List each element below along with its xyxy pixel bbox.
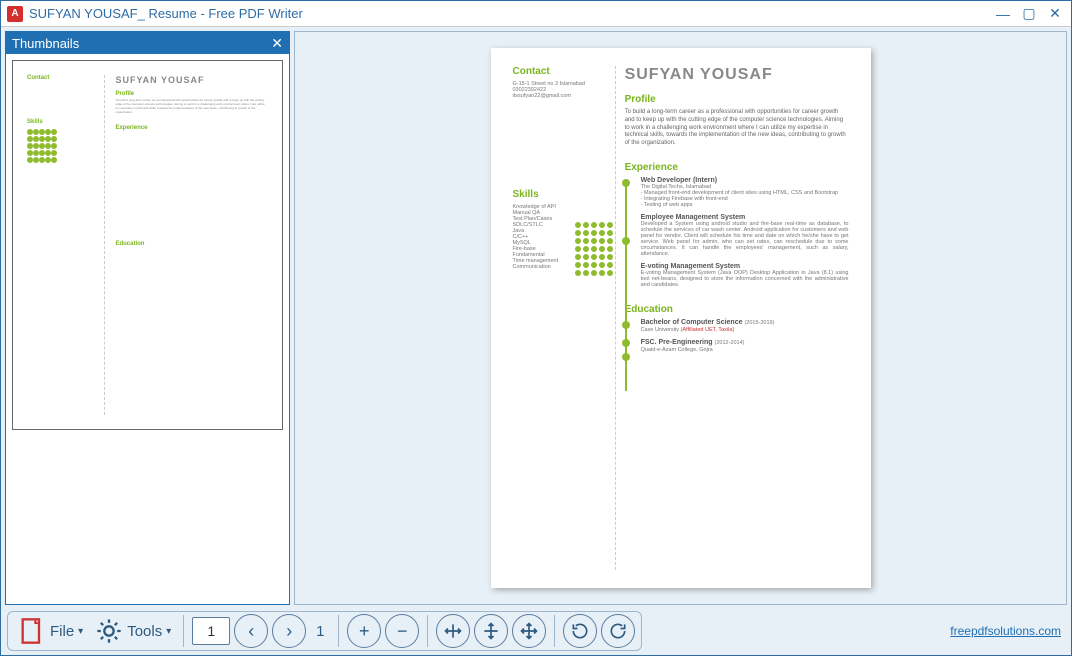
exp1-title: Web Developer (Intern) [641,177,849,184]
chevron-down-icon: ▾ [78,626,83,637]
thumbnail-page-1[interactable]: Contact Skills [12,60,283,430]
maximize-button[interactable]: ▢ [1019,6,1039,22]
exp3-text: E-voting Management System (Java OOP) De… [641,270,849,288]
document-viewer[interactable]: Contact G-15-1 Street no 3 Islamabad 030… [294,31,1067,605]
edu2-sub: Quaid-e-Azam College, Gojra [641,347,713,353]
fit-height-button[interactable] [474,614,508,648]
exp2-text: Developed a System using android studio … [641,221,849,257]
pdf-file-icon [18,617,46,645]
footer-link[interactable]: freepdfsolutions.com [950,624,1065,638]
fit-width-icon [443,621,463,641]
window-controls: — ▢ ✕ [993,6,1065,22]
toolbar: File ▾ Tools ▾ ‹ › 1 + − [7,611,642,651]
chevron-left-icon: ‹ [248,621,254,642]
education-heading: Education [625,304,849,315]
edu1-aff: (Affiliated UET, Taxila) [681,327,735,333]
titlebar: A SUFYAN YOUSAF_ Resume - Free PDF Write… [1,1,1071,27]
minimize-button[interactable]: — [993,6,1013,22]
experience-heading: Experience [625,162,849,173]
edu2-title: FSC. Pre-Engineering [641,339,713,346]
exp1-b3: - Testing of web apps [641,202,849,208]
thumbnails-title: Thumbnails [12,36,79,51]
prev-page-button[interactable]: ‹ [234,614,268,648]
file-label: File [48,623,76,640]
tools-menu-button[interactable]: Tools ▾ [91,614,175,648]
plus-icon: + [359,621,370,642]
skills-heading: Skills [513,189,607,200]
edu2-years: (2012-2014) [715,340,745,346]
app-icon: A [7,6,23,22]
tools-label: Tools [125,623,164,640]
current-page-input[interactable] [192,617,230,645]
contact-heading: Contact [513,66,607,77]
resume-name: SUFYAN YOUSAF [625,66,849,84]
edu1-sub: Case University [641,327,681,333]
edu1-years: (2015-2019) [744,320,774,326]
exp2-title: Employee Management System [641,214,849,221]
chevron-down-icon: ▾ [166,626,171,637]
thumbnails-body[interactable]: Contact Skills [6,54,289,604]
fit-page-button[interactable] [512,614,546,648]
thumb-name: SUFYAN YOUSAF [115,75,268,85]
thumbnails-panel: Thumbnails ✕ Contact Skills [5,31,290,605]
app-window: A SUFYAN YOUSAF_ Resume - Free PDF Write… [0,0,1072,656]
edu1-title: Bachelor of Computer Science [641,319,743,326]
zoom-in-button[interactable]: + [347,614,381,648]
rotate-left-button[interactable] [563,614,597,648]
close-button[interactable]: ✕ [1045,6,1065,22]
thumb-skills-head: Skills [27,119,94,125]
minus-icon: − [397,621,408,642]
thumb-profile-text: To build a long-term career as a profess… [115,99,268,115]
toolbar-container: File ▾ Tools ▾ ‹ › 1 + − [1,609,1071,655]
fit-page-icon [519,621,539,641]
document-page: Contact G-15-1 Street no 3 Islamabad 030… [491,48,871,588]
file-menu-button[interactable]: File ▾ [14,614,87,648]
total-pages-label: 1 [310,623,330,640]
rotate-left-icon [570,621,590,641]
fit-height-icon [481,621,501,641]
next-page-button[interactable]: › [272,614,306,648]
exp3-title: E-voting Management System [641,263,849,270]
window-title: SUFYAN YOUSAF_ Resume - Free PDF Writer [29,6,993,21]
rotate-right-button[interactable] [601,614,635,648]
rotate-right-icon [608,621,628,641]
profile-text: To build a long-term career as a profess… [625,109,849,148]
fit-width-button[interactable] [436,614,470,648]
thumb-edu-head: Education [115,241,268,247]
thumb-profile-head: Profile [115,91,268,97]
thumbnails-close-button[interactable]: ✕ [271,35,283,52]
chevron-right-icon: › [286,621,292,642]
gear-icon [95,617,123,645]
profile-heading: Profile [625,94,849,105]
thumbnails-header: Thumbnails ✕ [6,32,289,54]
app-body: Thumbnails ✕ Contact Skills [1,27,1071,609]
zoom-out-button[interactable]: − [385,614,419,648]
